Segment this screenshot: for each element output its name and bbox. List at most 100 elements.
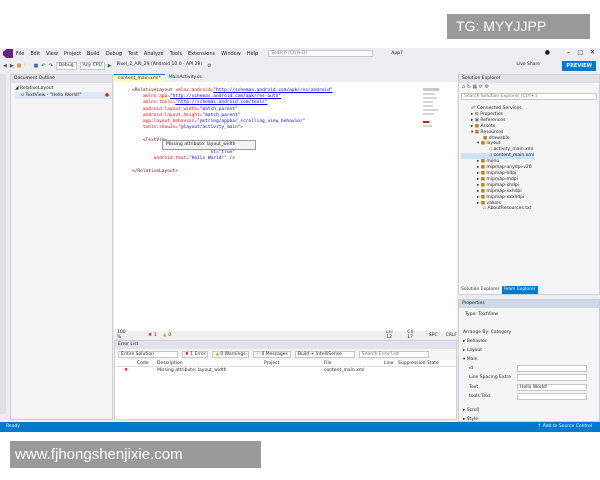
code-editor[interactable]: content_main.xml* MainActivity.cs <Relat…: [114, 74, 457, 340]
forward-icon[interactable]: ▶: [10, 63, 14, 69]
menu-extensions[interactable]: Extensions: [188, 51, 215, 57]
tab-solution-explorer[interactable]: Solution Explorer: [459, 286, 502, 294]
avatar[interactable]: ●: [545, 49, 550, 56]
solution-explorer-title: Solution Explorer: [459, 75, 599, 83]
open-icon[interactable]: 🗁: [24, 62, 30, 70]
col-code[interactable]: Code: [137, 360, 157, 366]
code-token: nt="true": [210, 150, 235, 156]
outline-item-relativelayout[interactable]: ◢ RelativeLayout: [15, 85, 112, 92]
tree-label: layout: [486, 141, 501, 147]
tab-team-explorer[interactable]: Team Explorer: [501, 286, 538, 294]
toolbox-sidetab[interactable]: [0, 74, 6, 414]
section-behavior[interactable]: ▸ Behavior: [463, 339, 487, 345]
menu-build[interactable]: Build: [87, 51, 100, 57]
new-file-icon[interactable]: ▩: [17, 63, 22, 69]
search-input[interactable]: Search (Ctrl+Q): [268, 50, 374, 57]
field-tools-text-label: tools:Text: [469, 394, 491, 399]
errors-filter-button[interactable]: ✖ 1 Error: [182, 351, 209, 358]
warnings-filter-button[interactable]: ▲ 0 Warnings: [212, 351, 249, 358]
watermark-bottom: www.fjhongshenjixie.com: [10, 441, 261, 468]
xml-code[interactable]: <RelativeLayout xmlns:android="http://sc…: [132, 88, 333, 175]
save-icon[interactable]: ■: [34, 63, 39, 69]
messages-filter-button[interactable]: ⓘ 0 Messages: [252, 351, 291, 358]
error-tooltip: Missing attribute: layout_width: [162, 140, 256, 150]
menu-help[interactable]: Help: [247, 51, 258, 57]
undo-icon[interactable]: ↶: [41, 63, 45, 69]
col-project[interactable]: Project: [264, 360, 324, 366]
zoom-level[interactable]: 100 %: [117, 330, 130, 340]
outline-item-textview[interactable]: ▫ TextView - "Hello World!" ●: [15, 92, 112, 99]
error-dot-icon: ●: [105, 93, 109, 98]
solution-search-input[interactable]: Search Solution Explorer (Ctrl+;): [461, 93, 597, 100]
tree-label: drawable: [488, 135, 510, 141]
error-file: content_main.xml: [324, 368, 365, 373]
menu-file[interactable]: File: [16, 51, 24, 57]
col-description[interactable]: Description: [157, 360, 264, 366]
table-row[interactable]: ✖ Missing attribute: layout_width conten…: [115, 367, 456, 375]
redo-icon[interactable]: ↷: [49, 63, 53, 69]
tools-text-field[interactable]: [517, 393, 587, 400]
error-search-input[interactable]: Search Error List: [358, 351, 429, 358]
field-id-label: id: [469, 366, 474, 371]
menu-edit[interactable]: Edit: [30, 51, 40, 57]
section-layout[interactable]: ▸ Layout: [463, 348, 482, 354]
menu-debug[interactable]: Debug: [106, 51, 122, 57]
tab-content-main[interactable]: content_main.xml*: [114, 74, 165, 82]
tree-label: mipmap-xxxhdpi: [486, 194, 525, 200]
tree-label: values: [486, 200, 502, 206]
error-list-panel: Error List Entire Solution ✖ 1 Error ▲ 0…: [114, 340, 457, 420]
menu-test[interactable]: Test: [128, 51, 138, 57]
platform-dropdown[interactable]: Any CPU: [79, 61, 105, 70]
col-suppression[interactable]: Suppression State: [398, 360, 448, 366]
menu-view[interactable]: View: [46, 51, 58, 57]
section-main[interactable]: ▾ Main: [463, 357, 477, 363]
preview-button[interactable]: PREVIEW: [562, 61, 596, 71]
document-outline-panel: Document Outline ◢ RelativeLayout ▫ Text…: [10, 74, 113, 420]
config-dropdown[interactable]: Debug: [55, 61, 77, 70]
device-dropdown[interactable]: Pixel_2_API_29 (Android 10.0 - API 29): [115, 62, 204, 70]
error-list-toolbar: Entire Solution ✖ 1 Error ▲ 0 Warnings ⓘ…: [115, 349, 456, 360]
properties-title: Properties: [459, 300, 599, 308]
live-share-button[interactable]: Live Share: [516, 62, 540, 67]
section-label: Layout: [466, 348, 483, 353]
menu-window[interactable]: Window: [221, 51, 241, 57]
tree-item[interactable]: ▫ AboutResources.txt: [461, 206, 534, 212]
error-count: 1: [154, 332, 157, 338]
toolbar-misc-icon[interactable]: ⚙: [207, 63, 211, 69]
minimize-icon[interactable]: –: [567, 49, 570, 56]
build-dropdown[interactable]: Build + IntelliSense: [294, 351, 355, 358]
back-icon[interactable]: ◀: [3, 63, 7, 69]
menu-tools[interactable]: Tools: [170, 51, 182, 57]
solution-tree: ☍ Connected Services ▸ ⚙ Properties ▸ ▣ …: [461, 106, 534, 212]
section-scroll[interactable]: ▸ Scroll: [463, 408, 479, 414]
line-indicator: Ln: 12: [386, 330, 394, 340]
properties-type: Type: TextView: [465, 312, 499, 317]
warning-count-icon[interactable]: ▲: [163, 333, 166, 338]
arrange-by-dropdown[interactable]: Arrange By: Category: [463, 330, 511, 336]
close-icon[interactable]: ✕: [590, 49, 595, 56]
menu-analyze[interactable]: Analyze: [144, 51, 164, 57]
line-spacing-field[interactable]: [517, 374, 587, 381]
tab-main-activity[interactable]: MainActivity.cs: [165, 74, 206, 82]
outline-item-label: RelativeLayout: [19, 86, 54, 91]
app-title: App7: [391, 51, 403, 56]
col-file[interactable]: File: [324, 360, 384, 366]
text-field[interactable]: Hello World!: [517, 384, 587, 391]
run-icon[interactable]: ▶: [108, 63, 112, 69]
menu-project[interactable]: Project: [64, 51, 81, 57]
code-token: "match_parent": [199, 106, 238, 112]
tree-label: Resources: [480, 129, 504, 135]
tree-label: mipmap-hdpi: [486, 170, 517, 176]
status-text: Ready: [6, 424, 20, 429]
col-line[interactable]: Line: [384, 360, 398, 366]
id-field[interactable]: [517, 365, 587, 372]
add-to-source-control-button[interactable]: ↑ Add to Source Control: [538, 422, 592, 432]
minimap[interactable]: [423, 88, 445, 308]
maximize-icon[interactable]: □: [577, 49, 583, 56]
spc-indicator: SPC: [428, 332, 438, 338]
error-count-icon[interactable]: ✖: [148, 333, 152, 338]
warning-icon: ▲: [215, 352, 219, 357]
scope-dropdown[interactable]: Entire Solution: [118, 351, 178, 358]
warnings-filter-label: 0 Warnings: [220, 352, 246, 357]
editor-status-bar: 100 % ✖ 1 ▲ 0 Ln: 12 Ch: 17 SPC CRLF: [114, 330, 457, 340]
